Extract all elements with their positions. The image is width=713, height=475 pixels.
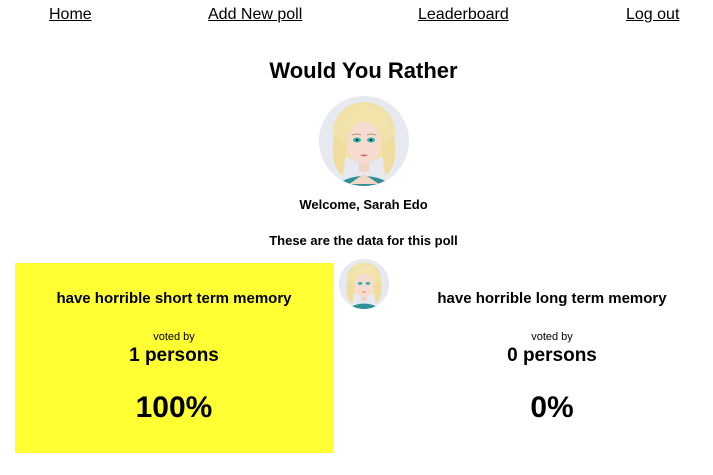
option-two-vote-count: 0 persons xyxy=(507,345,597,366)
results-heading: These are the data for this poll xyxy=(269,233,458,248)
option-two-voted-by-label: voted by xyxy=(531,331,573,343)
option-one-text: have horrible short term memory xyxy=(56,290,292,307)
option-one-vote-count: 1 persons xyxy=(129,345,219,366)
welcome-message: Welcome, Sarah Edo xyxy=(299,197,428,212)
option-one-percentage: 100% xyxy=(135,391,213,424)
top-nav: Home Add New poll Leaderboard Log out xyxy=(0,6,713,28)
nav-logout-link[interactable]: Log out xyxy=(626,6,679,24)
user-avatar-icon xyxy=(319,96,409,186)
page-title: Would You Rather xyxy=(269,58,458,83)
nav-add-poll-link[interactable]: Add New poll xyxy=(208,6,302,24)
option-one-card: have horrible short term memory voted by… xyxy=(15,263,333,453)
option-two-percentage: 0% xyxy=(530,391,574,424)
author-avatar-icon xyxy=(339,259,389,309)
nav-leaderboard-link[interactable]: Leaderboard xyxy=(418,6,509,24)
nav-home-link[interactable]: Home xyxy=(49,6,92,24)
option-two-text: have horrible long term memory xyxy=(437,290,667,307)
option-two-card: have horrible long term memory voted by … xyxy=(393,263,711,453)
option-one-voted-by-label: voted by xyxy=(153,331,195,343)
